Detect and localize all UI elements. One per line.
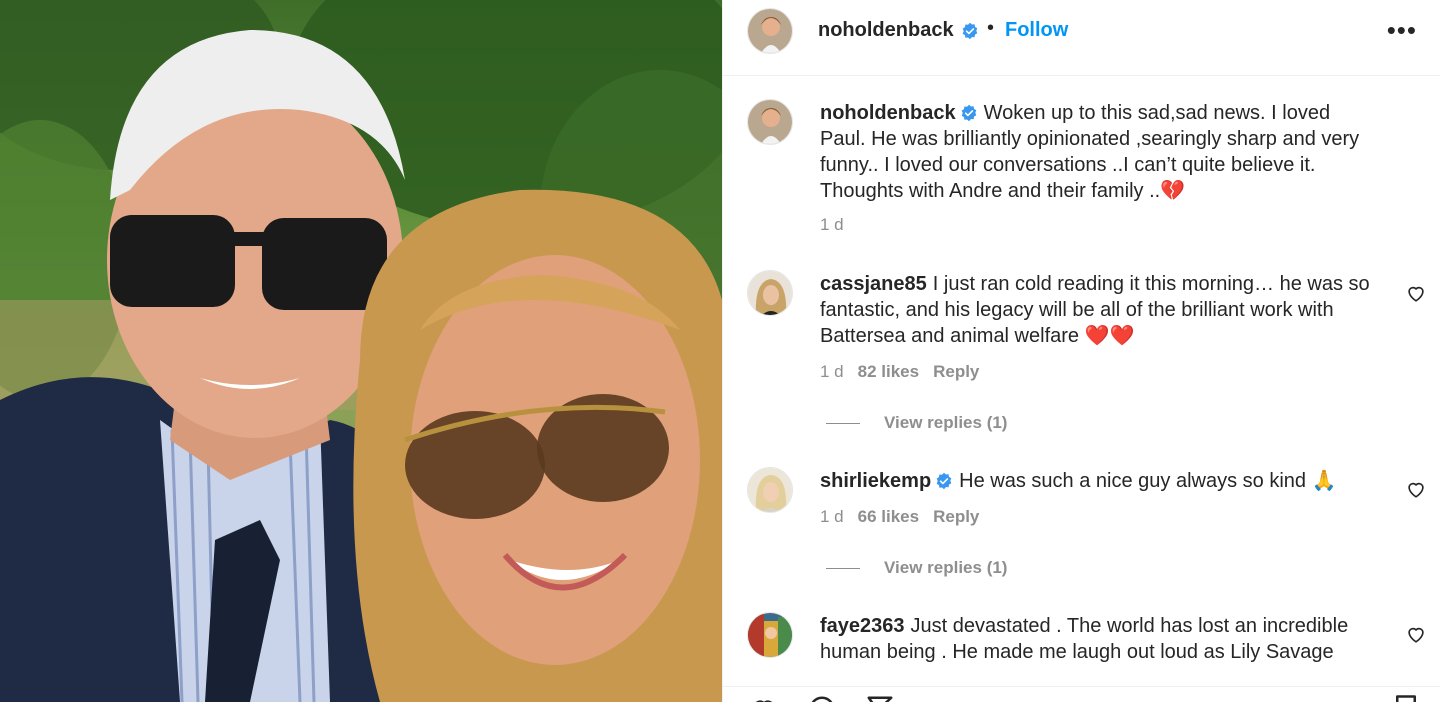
- comment-body: shirliekemp He was such a nice guy always…: [820, 468, 1380, 494]
- comment-username[interactable]: cassjane85: [820, 273, 927, 295]
- author-username[interactable]: noholdenback: [818, 19, 954, 42]
- view-replies-label[interactable]: View replies (1): [884, 413, 1007, 432]
- caption-meta: 1 d: [820, 215, 858, 235]
- share-icon[interactable]: [863, 694, 897, 702]
- replies-divider: [826, 423, 860, 425]
- view-replies-label[interactable]: View replies (1): [884, 558, 1007, 577]
- comment-icon[interactable]: [805, 694, 839, 702]
- comment-time: 1 d: [820, 362, 844, 381]
- more-options-icon[interactable]: •••: [1387, 17, 1417, 43]
- comment-body: faye2363 Just devastated . The world has …: [820, 613, 1380, 665]
- post-action-bar: [723, 686, 1440, 702]
- comment-meta: 1 d 82 likes Reply: [820, 362, 993, 382]
- heart-icon[interactable]: [1405, 478, 1427, 500]
- view-replies-button[interactable]: View replies (1): [826, 413, 1007, 433]
- verified-badge-icon: [961, 104, 976, 122]
- bookmark-icon[interactable]: [1391, 694, 1421, 702]
- verified-badge-icon: [962, 22, 978, 40]
- caption-avatar[interactable]: [747, 99, 793, 145]
- comment-likes[interactable]: 82 likes: [858, 362, 919, 381]
- comment-likes[interactable]: 66 likes: [858, 507, 919, 526]
- follow-button[interactable]: Follow: [1005, 19, 1068, 42]
- view-replies-button[interactable]: View replies (1): [826, 558, 1007, 578]
- commenter-avatar[interactable]: [747, 270, 793, 316]
- replies-divider: [826, 568, 860, 570]
- caption-body: noholdenback Woken up to this sad,sad new…: [820, 100, 1380, 204]
- commenter-avatar[interactable]: [747, 467, 793, 513]
- comment-meta: 1 d 66 likes Reply: [820, 507, 993, 527]
- photo-illustration: [0, 0, 722, 702]
- comment-time: 1 d: [820, 507, 844, 526]
- heart-icon[interactable]: [1405, 623, 1427, 645]
- author-avatar[interactable]: [747, 8, 793, 54]
- comment-username[interactable]: faye2363: [820, 615, 905, 637]
- caption-username[interactable]: noholdenback: [820, 102, 956, 124]
- comment-body: cassjane85 I just ran cold reading it thi…: [820, 271, 1380, 349]
- heart-icon[interactable]: [1405, 282, 1427, 304]
- reply-button[interactable]: Reply: [933, 507, 979, 526]
- heart-icon[interactable]: [747, 694, 781, 702]
- header-separator: •: [987, 17, 995, 39]
- caption-time: 1 d: [820, 215, 844, 234]
- reply-button[interactable]: Reply: [933, 362, 979, 381]
- comment-username[interactable]: shirliekemp: [820, 470, 931, 492]
- comment-text: He was such a nice guy always so kind 🙏: [959, 470, 1337, 492]
- commenter-avatar[interactable]: [747, 612, 793, 658]
- post-header: noholdenback • Follow •••: [723, 0, 1440, 76]
- post-detail-panel: noholdenback • Follow ••• noholdenback Wo…: [722, 0, 1440, 702]
- verified-badge-icon: [936, 472, 952, 490]
- post-photo: [0, 0, 722, 702]
